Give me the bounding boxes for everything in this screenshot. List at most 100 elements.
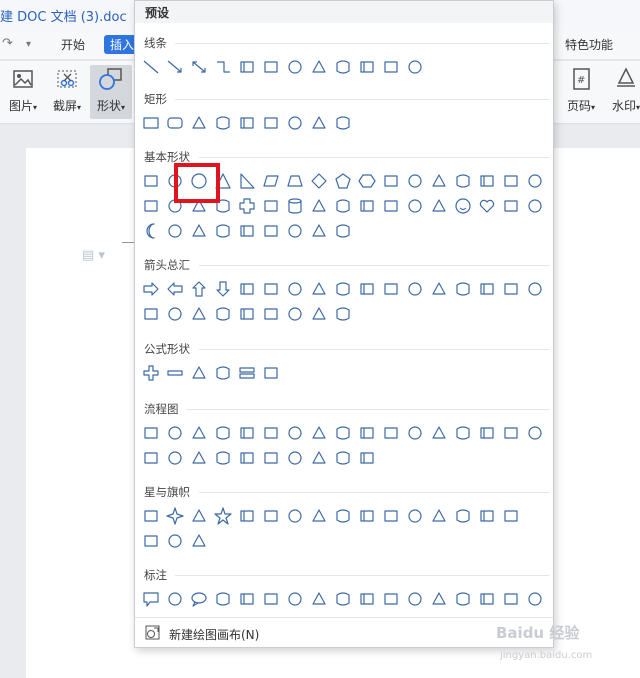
shape-dodecagon-12[interactable] [451, 171, 475, 191]
shape-cloud[interactable] [163, 221, 187, 241]
shape-math-multiply[interactable] [187, 363, 211, 383]
shape-right-triangle[interactable] [235, 171, 259, 191]
shape-arc[interactable] [187, 221, 211, 241]
shape-bracket-pair[interactable] [211, 221, 235, 241]
chevron-down-icon[interactable]: ▾ [26, 39, 31, 50]
shape-star10[interactable] [283, 506, 307, 526]
shape-border-3[interactable] [475, 589, 499, 609]
shape-textbox[interactable] [139, 171, 163, 191]
shape-fc-or[interactable] [139, 448, 163, 468]
shape-snip-one[interactable] [187, 113, 211, 133]
shape-callout-quad[interactable] [283, 304, 307, 324]
shape-line-double-arrow[interactable] [187, 57, 211, 77]
shape-fc-collate[interactable] [163, 448, 187, 468]
shape-elbow-arrow[interactable] [235, 57, 259, 77]
shape-star4b[interactable] [187, 506, 211, 526]
shape-accent-border-1[interactable] [499, 589, 523, 609]
shape-arrow-bent[interactable] [331, 279, 355, 299]
shape-explosion[interactable] [139, 506, 163, 526]
shape-right-brace[interactable] [331, 221, 355, 241]
shape-arrow-ud[interactable] [259, 279, 283, 299]
shape-scroll-h[interactable] [139, 531, 163, 551]
shape-callout-cross[interactable] [307, 304, 331, 324]
shape-arrow-down[interactable] [211, 279, 235, 299]
shape-freeform[interactable] [379, 57, 403, 77]
shape-callout-down[interactable] [259, 304, 283, 324]
shape-fc-multidoc[interactable] [307, 423, 331, 443]
shape-pie[interactable] [475, 171, 499, 191]
shape-callout-cloud[interactable] [211, 589, 235, 609]
shape-arrow-uturn[interactable] [355, 279, 379, 299]
paragraph-layout-icon[interactable]: ▤ ▾ [82, 248, 105, 263]
shape-octagon[interactable] [259, 196, 283, 216]
shape-fc-data[interactable] [211, 423, 235, 443]
shape-fc-process[interactable] [139, 423, 163, 443]
shape-star16[interactable] [331, 506, 355, 526]
shape-elbow-double-arrow[interactable] [259, 57, 283, 77]
shape-star5[interactable] [211, 506, 235, 526]
shape-elbow[interactable] [211, 57, 235, 77]
shape-donut[interactable] [355, 196, 379, 216]
shape-pentagon[interactable] [331, 171, 355, 191]
shape-round-diag[interactable] [331, 113, 355, 133]
picture-button[interactable]: 图片▾ [4, 65, 42, 114]
page-number-button[interactable]: # 页码▾ [562, 65, 600, 114]
tab-home[interactable]: 开始 [61, 36, 85, 53]
shape-border-2[interactable] [451, 589, 475, 609]
shape-line-callout-4[interactable] [307, 589, 331, 609]
shape-octagon-8[interactable] [403, 171, 427, 191]
shape-scribble[interactable] [403, 57, 427, 77]
shape-arrow-curved-down[interactable] [499, 279, 523, 299]
shape-arrow-notched[interactable] [139, 304, 163, 324]
shape-chevron[interactable] [187, 304, 211, 324]
shape-fc-sum[interactable] [523, 423, 547, 443]
shape-arrow-striped[interactable] [523, 279, 547, 299]
shape-callout-right[interactable] [211, 304, 235, 324]
shape-fc-offpage[interactable] [451, 423, 475, 443]
shape-fc-sort[interactable] [187, 448, 211, 468]
shape-callout-up[interactable] [235, 304, 259, 324]
shape-star24[interactable] [355, 506, 379, 526]
shape-folded-corner[interactable] [427, 196, 451, 216]
shape-ribbon-curved-down[interactable] [451, 506, 475, 526]
shape-diamond[interactable] [307, 171, 331, 191]
shape-fc-drum[interactable] [331, 448, 355, 468]
shape-arrow-bent-up[interactable] [403, 279, 427, 299]
shape-fc-predefined[interactable] [235, 423, 259, 443]
shape-math-minus[interactable] [163, 363, 187, 383]
shape-accent-border-2[interactable] [523, 589, 547, 609]
shape-fc-card[interactable] [475, 423, 499, 443]
shape-line-callout-1[interactable] [235, 589, 259, 609]
shape-arrow-circular[interactable] [331, 304, 355, 324]
shape-math-equal[interactable] [235, 363, 259, 383]
shape-fc-alt-process[interactable] [163, 423, 187, 443]
shape-star32[interactable] [379, 506, 403, 526]
shape-chord[interactable] [499, 171, 523, 191]
shape-fc-preparation[interactable] [355, 423, 379, 443]
shape-arrow-quad[interactable] [283, 279, 307, 299]
shape-teardrop[interactable] [523, 171, 547, 191]
shape-star8[interactable] [259, 506, 283, 526]
shape-accent-2[interactable] [355, 589, 379, 609]
shape-can[interactable] [283, 196, 307, 216]
shape-accent-1[interactable] [331, 589, 355, 609]
shape-moon[interactable] [139, 221, 163, 241]
shape-border-1[interactable] [427, 589, 451, 609]
shape-fc-terminator[interactable] [331, 423, 355, 443]
shape-fc-internal[interactable] [259, 423, 283, 443]
shape-round-rect[interactable] [163, 113, 187, 133]
shape-trapezoid[interactable] [283, 171, 307, 191]
shape-fc-manual-input[interactable] [379, 423, 403, 443]
shape-arrow-lr[interactable] [235, 279, 259, 299]
shape-hexagon[interactable] [355, 171, 379, 191]
shape-snip-round[interactable] [259, 113, 283, 133]
shape-fc-document[interactable] [283, 423, 307, 443]
shape-arrow-left[interactable] [163, 279, 187, 299]
shape-arrow-curved-left[interactable] [451, 279, 475, 299]
shape-round-same[interactable] [307, 113, 331, 133]
shape-math-divide[interactable] [211, 363, 235, 383]
shape-fc-merge[interactable] [235, 448, 259, 468]
shape-star4[interactable] [163, 506, 187, 526]
shape-callout-rect[interactable] [139, 589, 163, 609]
shape-line[interactable] [139, 57, 163, 77]
